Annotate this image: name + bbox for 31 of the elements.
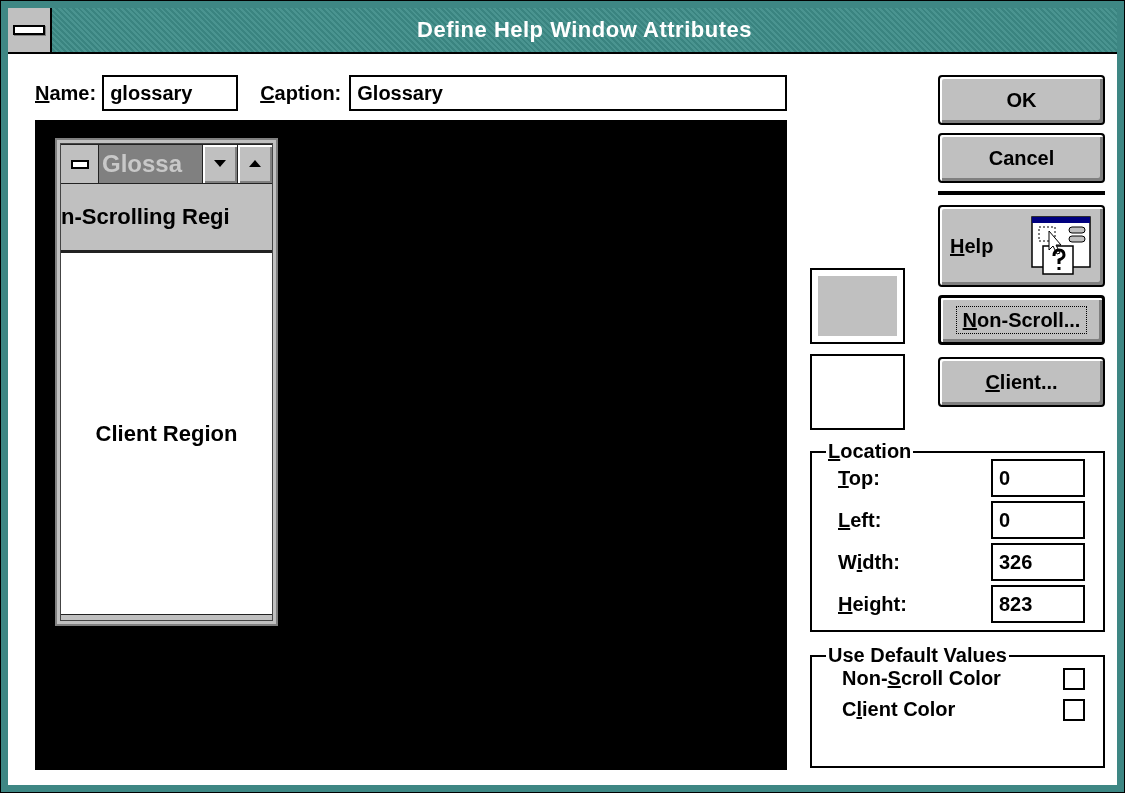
- color-swatch[interactable]: [810, 268, 905, 344]
- checkbox[interactable]: [1063, 667, 1085, 690]
- system-menu-button[interactable]: [8, 8, 52, 52]
- name-label: Name:: [35, 81, 97, 105]
- dialog-button[interactable]: OK: [938, 75, 1105, 125]
- preview-caption: Glossa: [99, 145, 202, 183]
- checkbox[interactable]: [1063, 698, 1085, 721]
- number-field[interactable]: 0: [991, 459, 1085, 497]
- group-title: Location: [827, 440, 913, 463]
- name-field[interactable]: glossary: [102, 75, 239, 111]
- help-icon: [1031, 216, 1091, 276]
- dialog-button[interactable]: Cancel: [938, 133, 1105, 183]
- non-scrolling-region-label: n-Scrolling Regi: [61, 204, 230, 230]
- caption-field[interactable]: Glossary: [349, 75, 787, 111]
- number-field[interactable]: 823: [991, 585, 1085, 623]
- caption-label: Caption:: [260, 81, 342, 105]
- window-title: Define Help Window Attributes: [416, 17, 753, 43]
- option-label: Non-Scroll Color: [842, 667, 1001, 690]
- field-label: Width:: [838, 550, 901, 574]
- color-swatch[interactable]: [810, 354, 905, 430]
- number-field[interactable]: 326: [991, 543, 1085, 581]
- dialog-button[interactable]: Client...: [938, 357, 1105, 407]
- field-label: Height:: [838, 592, 907, 616]
- field-label: Top:: [838, 466, 880, 490]
- dialog-button[interactable]: Non-Scroll...: [938, 295, 1105, 345]
- client-region-label: Client Region: [95, 420, 238, 447]
- field-label: Left:: [838, 508, 882, 532]
- group-title: Use Default Values: [827, 644, 1008, 667]
- option-label: Client Color: [842, 698, 956, 721]
- help-button[interactable]: Help: [938, 205, 1105, 287]
- number-field[interactable]: 0: [991, 501, 1085, 539]
